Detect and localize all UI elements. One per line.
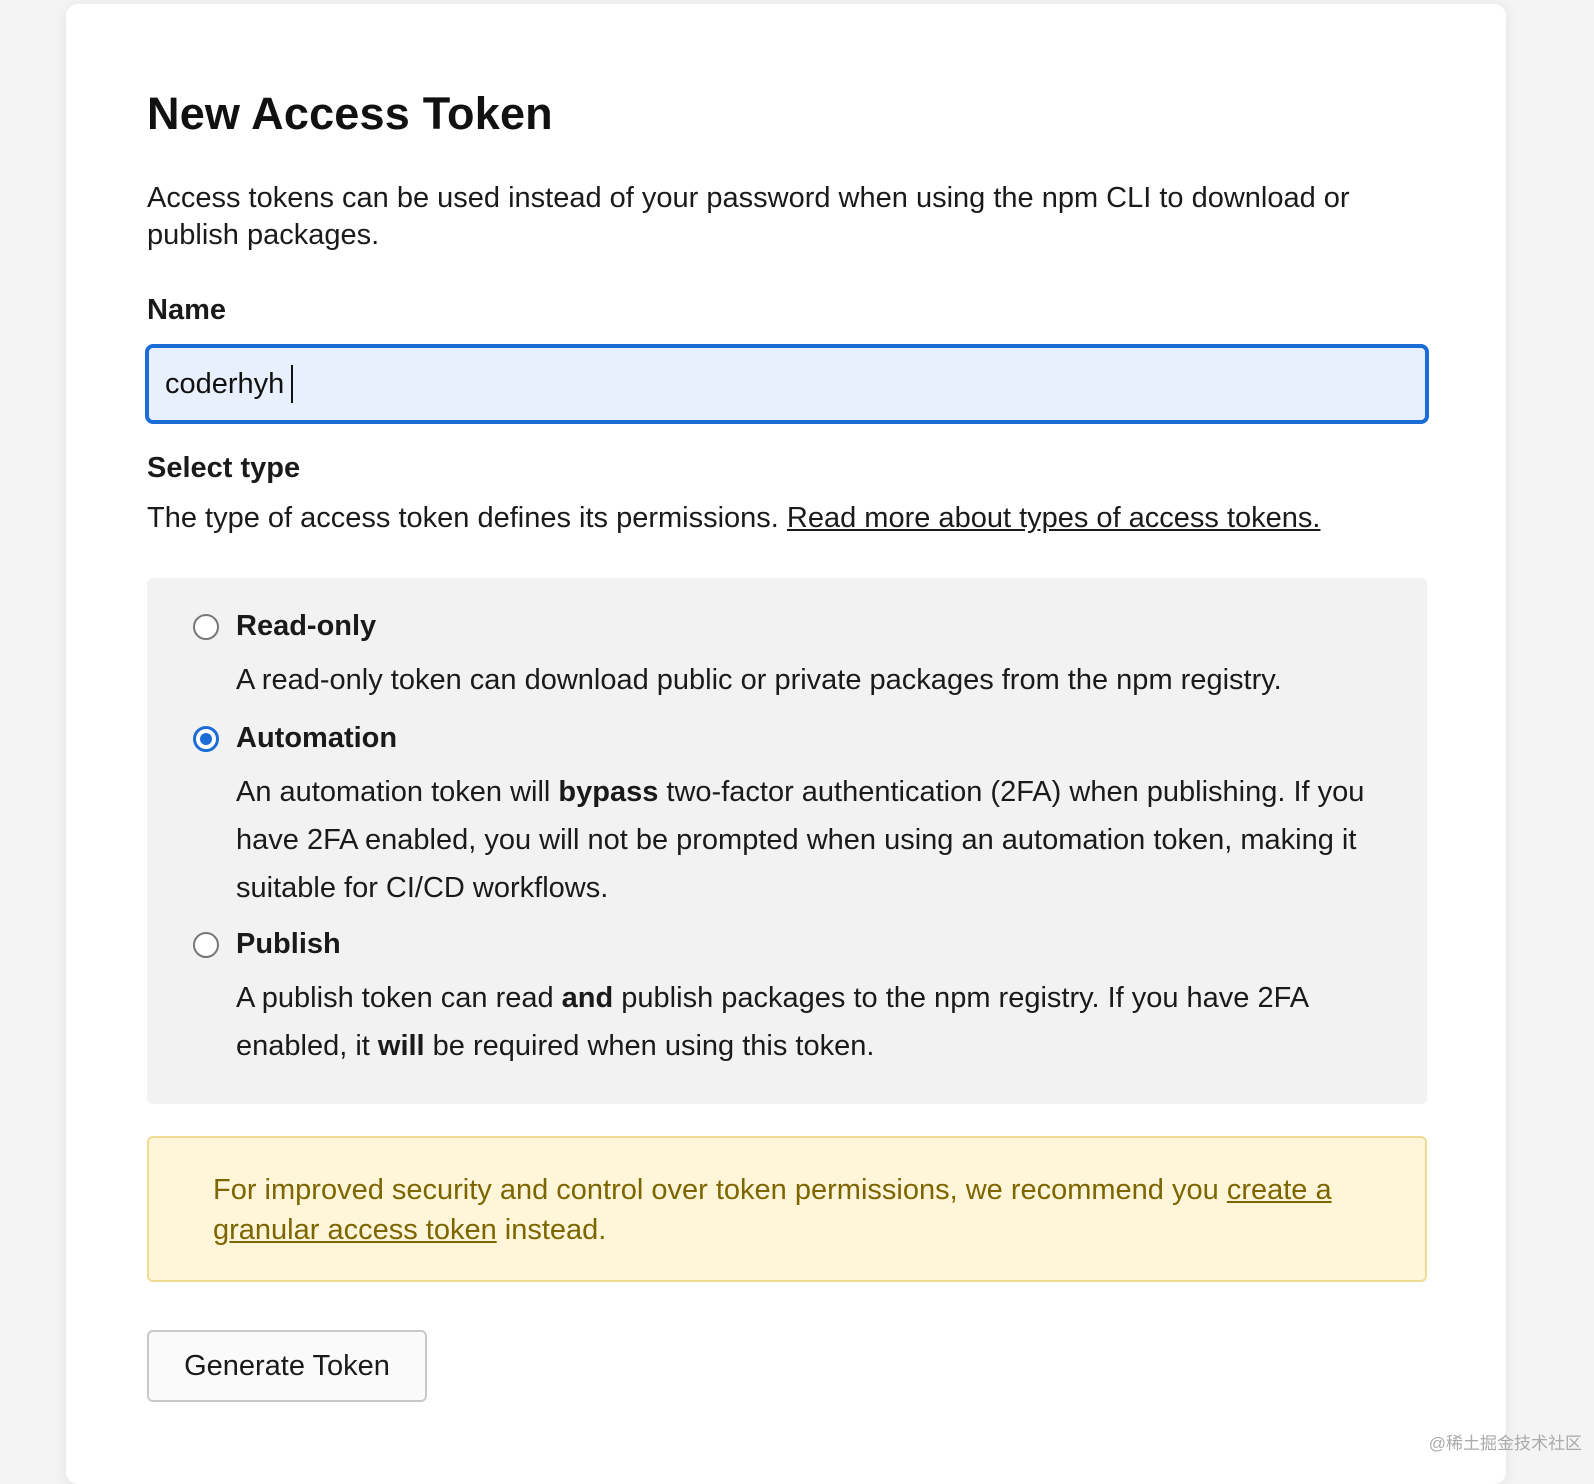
page-title: New Access Token [147,88,553,140]
name-label: Name [147,294,226,327]
token-types-link[interactable]: Read more about types of access tokens. [787,502,1321,534]
token-type-options: Read-only A read-only token can download… [147,578,1427,1104]
name-input[interactable] [145,344,1429,424]
select-type-description: The type of access token defines its per… [147,502,1321,535]
watermark: @稀土掘金技术社区 [1429,1429,1582,1454]
automation-radio[interactable] [193,726,219,752]
option-description: A publish token can read and publish pac… [236,974,1366,1070]
generate-token-button[interactable]: Generate Token [147,1330,427,1402]
option-title[interactable]: Automation [236,722,397,755]
type-description-text: The type of access token defines its per… [147,502,779,534]
publish-radio[interactable] [193,932,219,958]
token-form-card: New Access Token Access tokens can be us… [66,4,1506,1484]
option-title[interactable]: Read-only [236,610,376,643]
read-only-radio[interactable] [193,614,219,640]
granular-token-notice: For improved security and control over t… [147,1136,1427,1282]
intro-text: Access tokens can be used instead of you… [147,180,1427,254]
notice-text: For improved security and control over t… [213,1170,1363,1250]
select-type-label: Select type [147,452,300,485]
text-caret [291,365,293,403]
option-description: A read-only token can download public or… [236,656,1366,704]
option-title[interactable]: Publish [236,928,341,961]
option-description: An automation token will bypass two-fact… [236,768,1366,912]
